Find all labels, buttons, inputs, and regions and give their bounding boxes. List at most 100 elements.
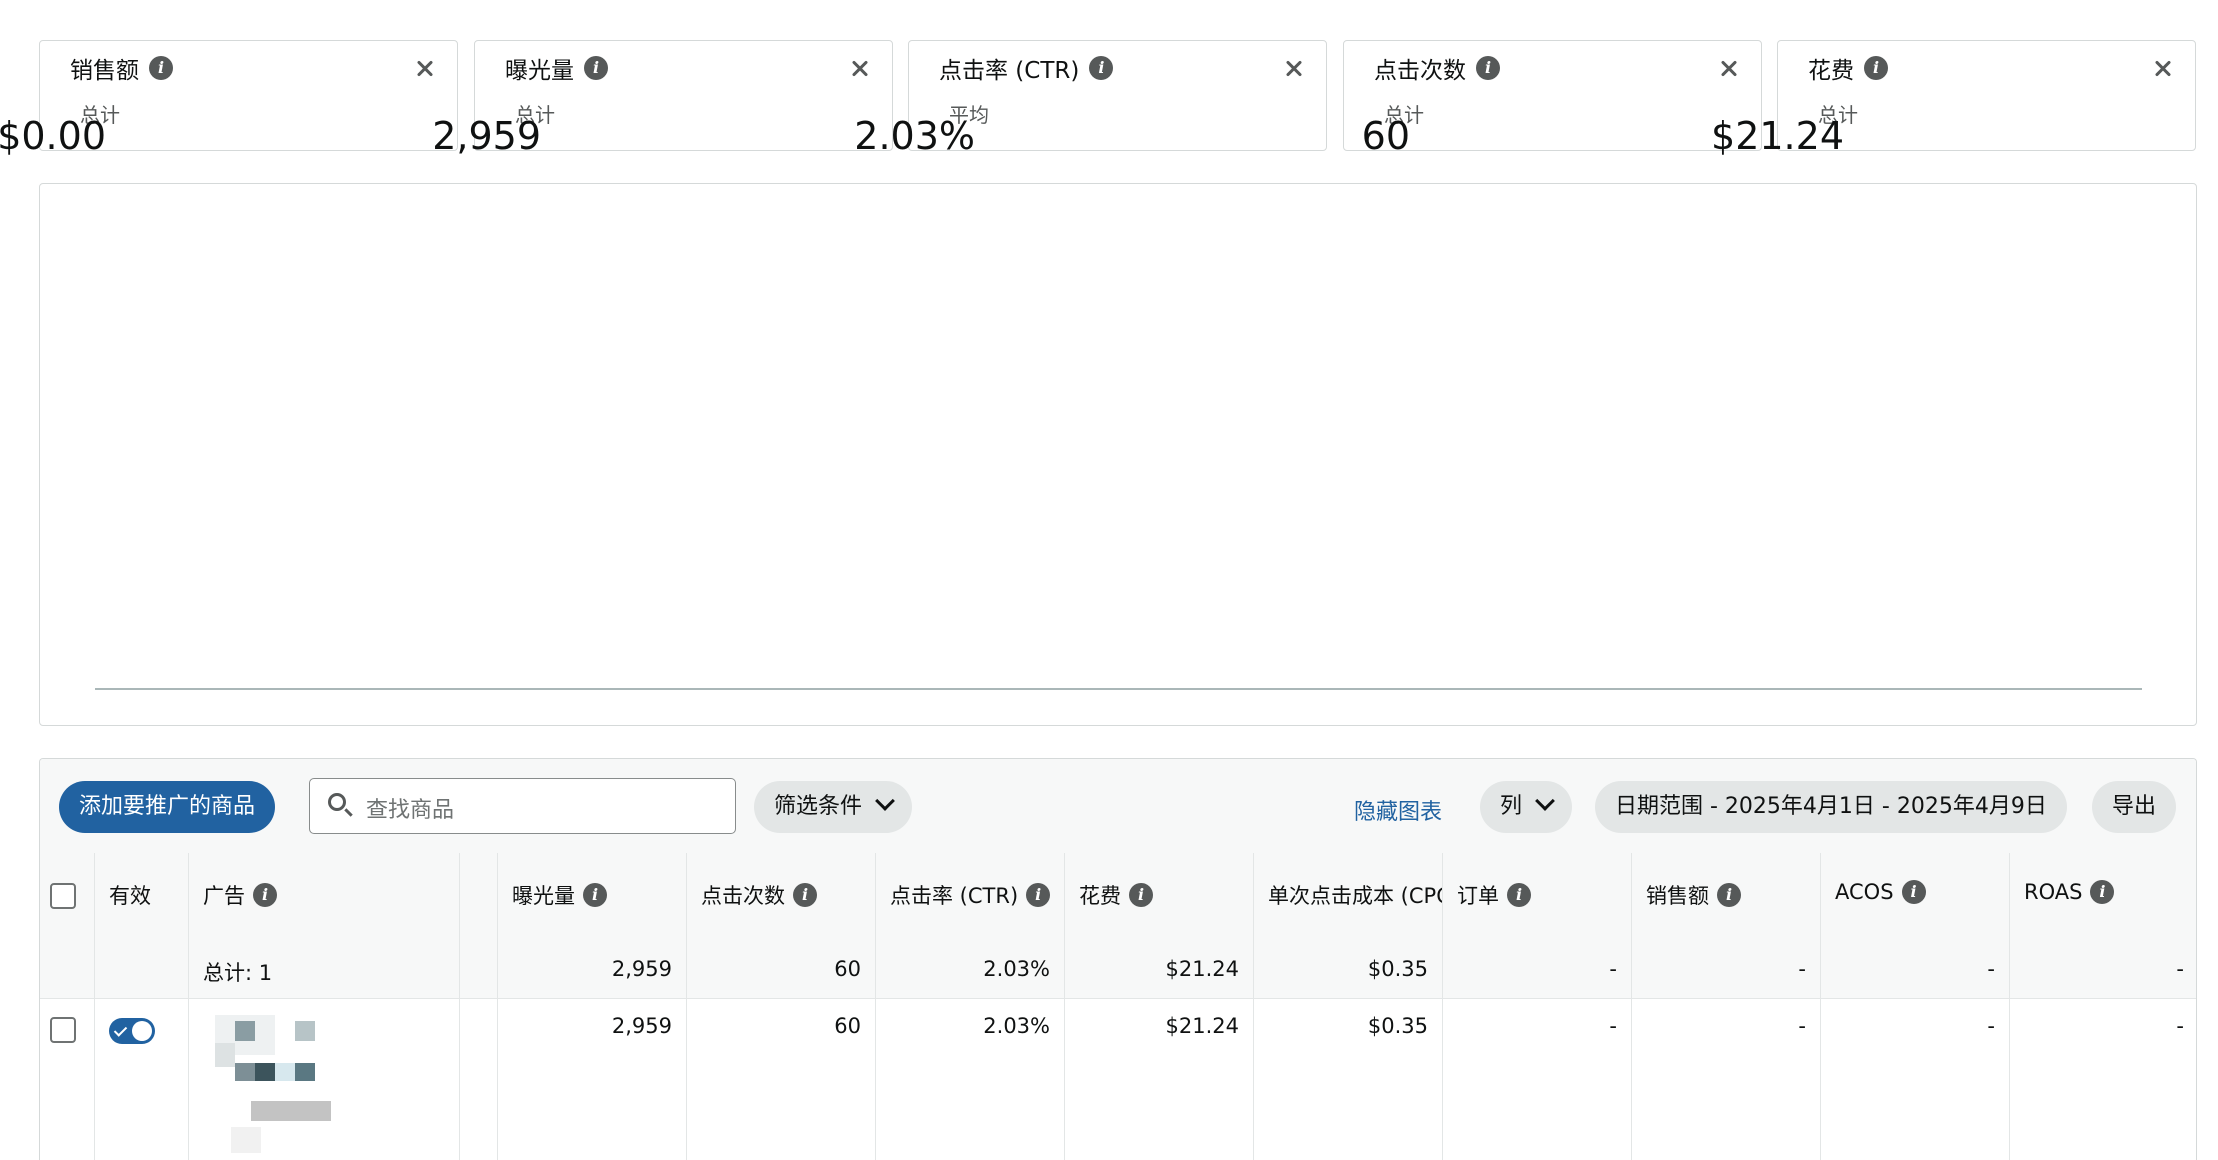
table-header: 有效 广告 i 曝光量 i 点击次数 i 点击率 (CTR) i 花费 i 单次点击成本 … [40, 853, 2196, 943]
info-icon[interactable]: i [1129, 883, 1153, 907]
table-toolbar: 添加要推广的商品 查找商品 筛选条件 隐藏图表 列 日期范围 - 2025年4月… [40, 759, 2196, 854]
total-sales: - [1798, 957, 1806, 981]
header-orders: 订单 [1457, 884, 1499, 908]
metric-label: 销售额 [70, 58, 139, 84]
metric-value: $21.24 [1711, 114, 1844, 158]
info-icon[interactable]: i [583, 883, 607, 907]
header-cpc-cell[interactable]: 单次点击成本 (CPC) [1253, 853, 1443, 942]
metric-card-sales[interactable]: 销售额 i $0.00 总计 [0, 40, 458, 158]
info-icon[interactable]: i [1864, 56, 1888, 80]
info-icon[interactable]: i [1476, 56, 1500, 80]
info-icon[interactable]: i [149, 56, 173, 80]
metric-value: 2,959 [432, 114, 541, 158]
active-toggle[interactable] [109, 1018, 155, 1044]
filter-dropdown[interactable]: 筛选条件 [754, 781, 913, 833]
metric-value: 2.03% [854, 114, 975, 158]
total-spend: $21.24 [1165, 957, 1239, 981]
row-impressions: 2,959 [611, 1014, 672, 1038]
columns-dropdown[interactable]: 列 [1480, 781, 1573, 833]
metric-label: 曝光量 [505, 58, 574, 84]
add-products-button[interactable]: 添加要推广的商品 [59, 781, 276, 833]
close-icon[interactable] [1715, 55, 1743, 83]
total-label: 总计: 1 [203, 961, 273, 985]
info-icon[interactable]: i [1507, 883, 1531, 907]
total-acos: - [1987, 957, 1995, 981]
select-all-checkbox[interactable] [50, 883, 76, 909]
search-input[interactable]: 查找商品 [309, 778, 736, 834]
info-icon[interactable]: i [1026, 883, 1051, 907]
search-placeholder: 查找商品 [366, 798, 455, 823]
columns-label: 列 [1500, 794, 1523, 819]
close-icon[interactable] [411, 55, 439, 83]
header-sales-cell[interactable]: 销售额 i [1631, 853, 1820, 942]
header-impressions: 曝光量 [512, 884, 575, 908]
info-icon[interactable]: i [584, 56, 608, 80]
close-icon[interactable] [846, 55, 874, 83]
close-icon[interactable] [2149, 55, 2177, 83]
row-acos: - [1987, 1014, 1995, 1038]
row-sales: - [1798, 1014, 1806, 1038]
header-acos-cell[interactable]: ACOS i [1820, 853, 2009, 942]
header-ad-cell[interactable]: 广告 i [188, 853, 459, 942]
metric-card-clicks[interactable]: 点击次数 i 60 总计 [1343, 40, 1762, 158]
header-ctr: 点击率 (CTR) [890, 884, 1019, 908]
info-icon[interactable]: i [253, 883, 277, 907]
hide-chart-link[interactable]: 隐藏图表 [1354, 794, 1442, 826]
check-icon [113, 1023, 128, 1037]
chart-canvas [95, 688, 2142, 690]
row-spend: $21.24 [1165, 1014, 1239, 1038]
metric-card-impressions[interactable]: 曝光量 i 2,959 总计 [432, 40, 893, 158]
performance-chart [39, 183, 2197, 726]
header-acos: ACOS [1835, 880, 1894, 904]
chevron-down-icon [1535, 791, 1555, 811]
row-ctr: 2.03% [983, 1014, 1050, 1038]
header-cpc: 单次点击成本 (CPC) [1268, 884, 1443, 908]
metric-card-ctr[interactable]: 点击率 (CTR) i 2.03% 平均 [854, 40, 1327, 158]
table-total-row: 总计: 1 2,959 60 2.03% $21.24 $0.35 - - - … [40, 942, 2196, 999]
metric-label: 花费 [1808, 58, 1854, 84]
info-icon[interactable]: i [793, 883, 817, 907]
close-icon[interactable] [1280, 55, 1308, 83]
ads-table-panel: 添加要推广的商品 查找商品 筛选条件 隐藏图表 列 日期范围 - 2025年4月… [39, 758, 2197, 1160]
ad-cell[interactable] [188, 999, 459, 1160]
row-orders: - [1609, 1014, 1617, 1038]
info-icon[interactable]: i [1717, 883, 1741, 907]
header-ad: 广告 [203, 884, 245, 908]
header-roas: ROAS [2024, 880, 2083, 904]
date-range-button[interactable]: 日期范围 - 2025年4月1日 - 2025年4月9日 [1595, 781, 2067, 833]
metric-value: $0.00 [0, 114, 106, 158]
row-checkbox[interactable] [50, 1017, 76, 1043]
header-orders-cell[interactable]: 订单 i [1442, 853, 1631, 942]
header-impressions-cell[interactable]: 曝光量 i [497, 853, 686, 942]
metric-value: 60 [1361, 114, 1410, 158]
header-sales: 销售额 [1646, 884, 1709, 908]
chevron-down-icon [875, 791, 895, 811]
header-spend-cell[interactable]: 花费 i [1064, 853, 1253, 942]
filter-label: 筛选条件 [774, 794, 863, 819]
total-cpc: $0.35 [1367, 957, 1428, 981]
header-clicks: 点击次数 [701, 884, 785, 908]
row-clicks: 60 [834, 1014, 861, 1038]
metric-cards: 销售额 i $0.00 总计 曝光量 i 2,959 总计 点击率 (CTR) i 2.0… [0, 40, 2196, 158]
total-roas: - [2176, 957, 2184, 981]
header-spend: 花费 [1079, 884, 1121, 908]
total-impressions: 2,959 [611, 957, 672, 981]
export-button[interactable]: 导出 [2092, 781, 2177, 833]
metric-card-spend[interactable]: 花费 i $21.24 总计 [1711, 40, 2196, 158]
total-clicks: 60 [834, 957, 861, 981]
info-icon[interactable]: i [1901, 880, 1926, 904]
metric-label: 点击率 (CTR) [939, 58, 1080, 84]
header-clicks-cell[interactable]: 点击次数 i [686, 853, 875, 942]
info-icon[interactable]: i [1089, 56, 1114, 80]
product-thumbnail[interactable] [211, 1009, 381, 1159]
table-row[interactable]: 2,959 60 2.03% $21.24 $0.35 - - - - [40, 999, 2196, 1160]
info-icon[interactable]: i [2090, 880, 2115, 904]
row-cpc: $0.35 [1367, 1014, 1428, 1038]
total-ctr: 2.03% [983, 957, 1050, 981]
toggle-knob [132, 1021, 152, 1041]
header-active: 有效 [109, 884, 151, 908]
header-roas-cell[interactable]: ROAS i [2009, 853, 2196, 942]
total-orders: - [1609, 957, 1617, 981]
search-icon [328, 793, 346, 811]
header-ctr-cell[interactable]: 点击率 (CTR) i [875, 853, 1064, 942]
